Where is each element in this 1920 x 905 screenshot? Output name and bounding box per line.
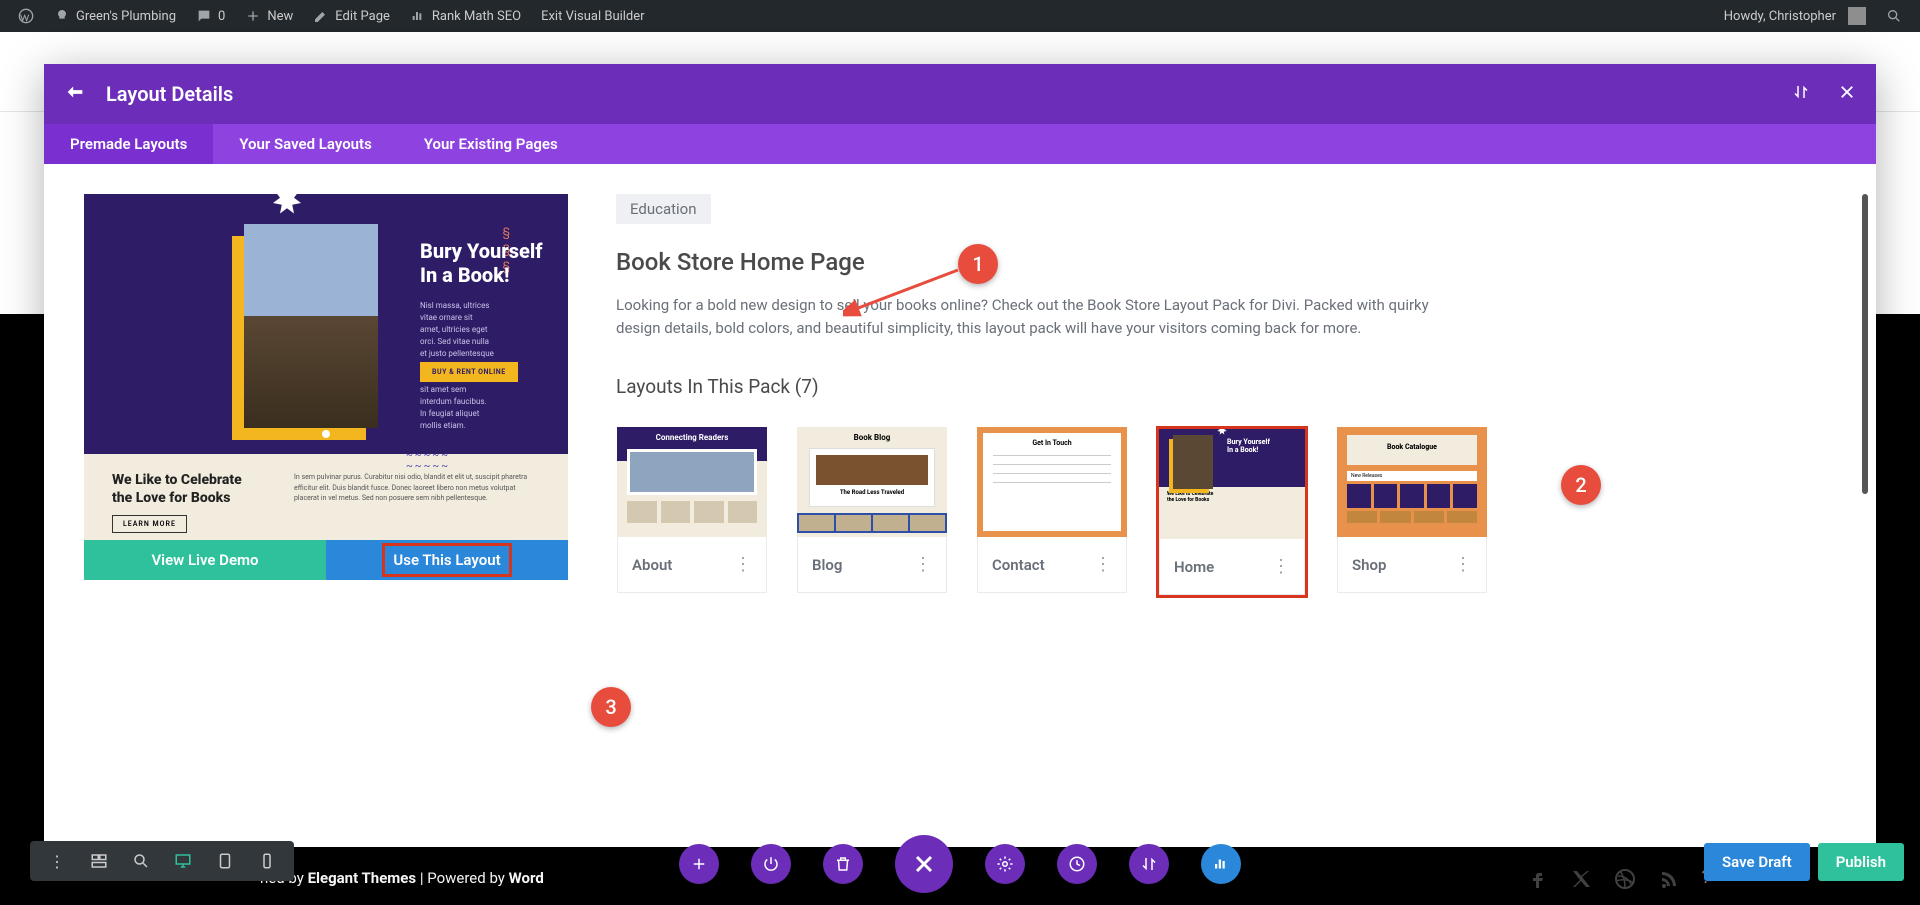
modal-title: Layout Details — [106, 82, 233, 106]
site-name: Green's Plumbing — [76, 9, 176, 24]
tab-premade-layouts[interactable]: Premade Layouts — [44, 124, 213, 164]
pack-card-blog[interactable]: Book BlogThe Road Less Traveled Blog⋮ — [796, 426, 948, 598]
zoom-icon[interactable] — [124, 849, 158, 873]
power-button[interactable] — [751, 844, 791, 884]
close-icon[interactable] — [1838, 83, 1856, 105]
more-icon[interactable]: ⋮ — [1454, 554, 1472, 575]
edit-page-link[interactable]: Edit Page — [303, 0, 400, 32]
trash-button[interactable] — [823, 844, 863, 884]
pack-card-contact[interactable]: Get In Touch Contact⋮ — [976, 426, 1128, 598]
site-name-link[interactable]: Green's Plumbing — [44, 0, 186, 32]
layout-title: Book Store Home Page — [616, 248, 1796, 276]
more-vert-icon[interactable]: ⋮ — [40, 849, 74, 873]
sort-icon[interactable] — [1792, 83, 1810, 105]
scrollbar[interactable] — [1862, 194, 1868, 494]
pack-card-shop[interactable]: Book CatalogueNew Releases Shop⋮ — [1336, 426, 1488, 598]
tab-existing-pages[interactable]: Your Existing Pages — [398, 124, 584, 164]
settings-button[interactable] — [985, 844, 1025, 884]
modal-header: Layout Details — [44, 64, 1876, 124]
add-button[interactable] — [679, 844, 719, 884]
back-icon[interactable] — [64, 81, 86, 107]
phone-icon[interactable] — [250, 849, 284, 873]
close-builder-button[interactable] — [895, 835, 953, 893]
tab-saved-layouts[interactable]: Your Saved Layouts — [213, 124, 398, 164]
portability-button[interactable] — [1129, 844, 1169, 884]
annotation-1: 1 — [958, 244, 998, 284]
wp-logo[interactable] — [8, 0, 44, 32]
pack-title: Layouts In This Pack (7) — [616, 375, 1796, 398]
desktop-icon[interactable] — [166, 849, 200, 873]
more-icon[interactable]: ⋮ — [1272, 556, 1290, 577]
history-button[interactable] — [1057, 844, 1097, 884]
pack-card-home[interactable]: Bury YourselfIn a Book! We Like to Celeb… — [1156, 426, 1308, 598]
view-live-demo-button[interactable]: View Live Demo — [84, 540, 326, 580]
category-tag[interactable]: Education — [616, 194, 711, 224]
use-this-layout-button[interactable]: Use This Layout — [326, 540, 568, 580]
howdy-user[interactable]: Howdy, Christopher — [1714, 0, 1876, 32]
chart-button[interactable] — [1201, 844, 1241, 884]
new-link[interactable]: New — [235, 0, 303, 32]
pack-card-about[interactable]: Connecting Readers About⋮ — [616, 426, 768, 598]
publish-button[interactable]: Publish — [1818, 843, 1904, 881]
exit-visual-builder[interactable]: Exit Visual Builder — [531, 0, 654, 32]
tablet-icon[interactable] — [208, 849, 242, 873]
view-mode-group: ⋮ — [30, 841, 294, 881]
annotation-3: 3 — [591, 687, 631, 727]
layout-preview: §§§ Bury YourselfIn a Book! Nisl massa, … — [84, 194, 568, 540]
comment-count: 0 — [218, 9, 225, 24]
search-icon[interactable] — [1876, 0, 1912, 32]
more-icon[interactable]: ⋮ — [734, 554, 752, 575]
modal-tabs: Premade Layouts Your Saved Layouts Your … — [44, 124, 1876, 164]
wireframe-icon[interactable] — [82, 849, 116, 873]
layout-modal: Layout Details Premade Layouts Your Save… — [44, 64, 1876, 847]
star-icon — [266, 194, 308, 228]
rank-math-link[interactable]: Rank Math SEO — [400, 0, 531, 32]
save-draft-button[interactable]: Save Draft — [1704, 843, 1810, 881]
comments-link[interactable]: 0 — [186, 0, 235, 32]
builder-bottom-bar: ⋮ Save Draft Publish — [0, 857, 1920, 905]
layout-description: Looking for a bold new design to sell yo… — [616, 294, 1446, 339]
annotation-2: 2 — [1561, 465, 1601, 505]
avatar — [1848, 7, 1866, 25]
more-icon[interactable]: ⋮ — [914, 554, 932, 575]
more-icon[interactable]: ⋮ — [1094, 554, 1112, 575]
wp-admin-bar: Green's Plumbing 0 New Edit Page Rank Ma… — [0, 0, 1920, 32]
